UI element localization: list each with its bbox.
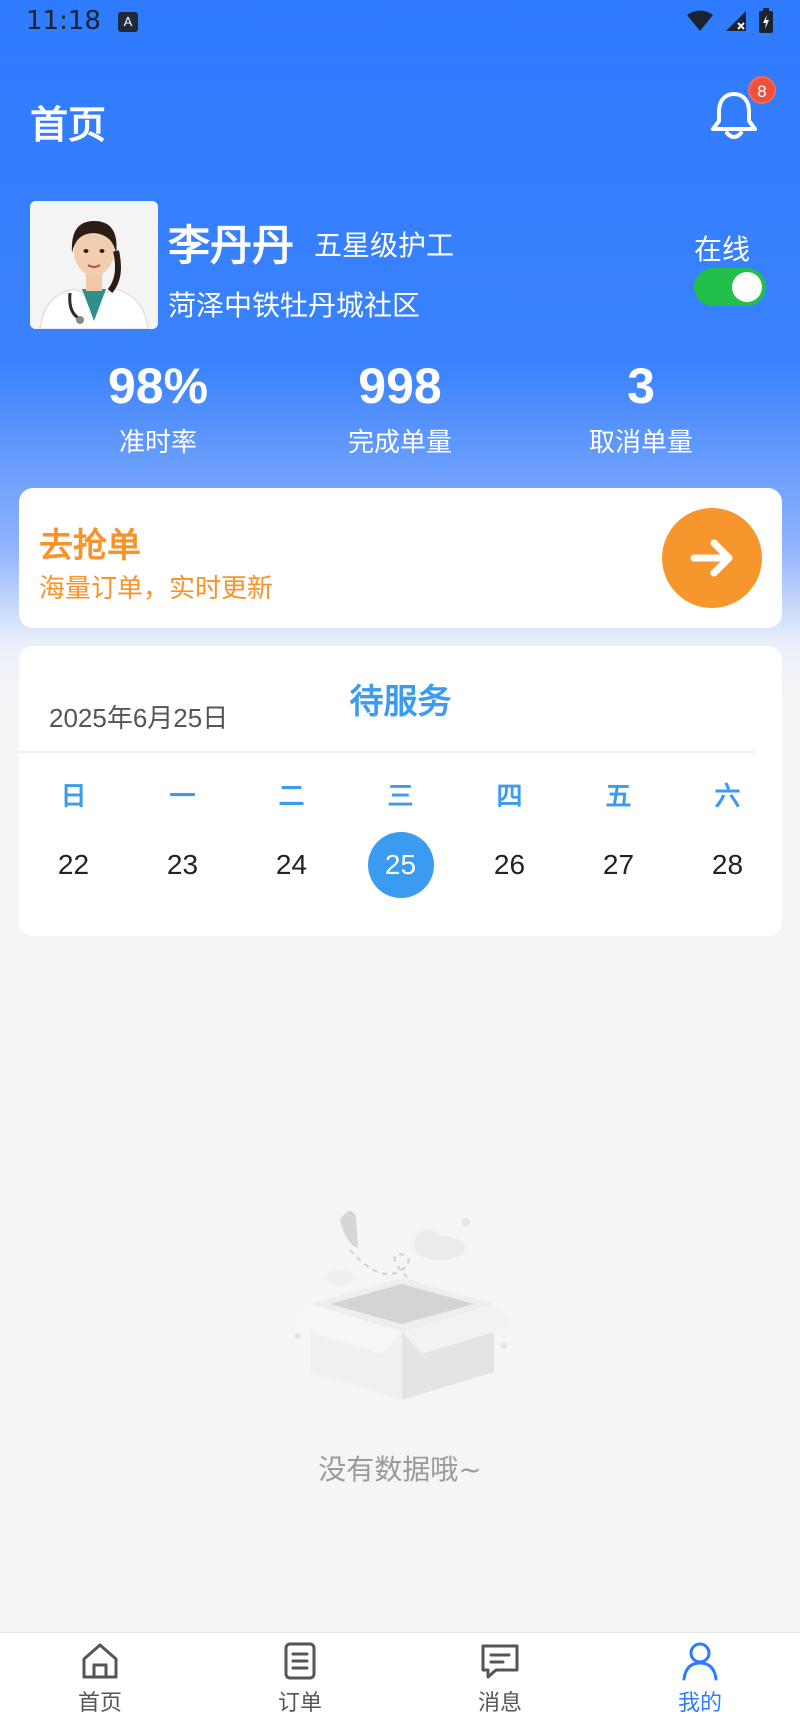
calendar-day[interactable]: 24 — [237, 832, 346, 898]
stat-label: 取消单量 — [588, 428, 693, 458]
stat-value: 998 — [358, 358, 442, 414]
stat-label: 准时率 — [118, 428, 197, 458]
day-number: 24 — [275, 849, 308, 880]
stat-value: 98% — [107, 358, 209, 414]
weekday-label: 四 — [496, 782, 523, 812]
tab-orders[interactable]: 订单 — [200, 1633, 400, 1727]
weekday-label: 日 — [60, 782, 87, 812]
page-title: 首页 — [30, 103, 107, 147]
weekday-row: 日 一 二 三 四 五 六 — [19, 776, 782, 813]
status-time: 11:18 — [26, 6, 101, 36]
day-number: 27 — [602, 849, 635, 880]
weekday-label: 五 — [605, 782, 632, 812]
calendar-divider — [19, 751, 754, 753]
stat-cancelled-orders: 3 取消单量 — [541, 356, 741, 459]
tab-label: 首页 — [77, 1691, 122, 1716]
day-number: 26 — [493, 849, 526, 880]
bottom-tab-bar: 首页 订单 消息 我的 — [0, 1632, 800, 1727]
empty-box-illustration — [290, 1210, 514, 1400]
tab-label: 消息 — [477, 1691, 522, 1716]
weekday-label: 六 — [714, 782, 741, 812]
toggle-knob — [732, 272, 762, 302]
tab-profile[interactable]: 我的 — [600, 1633, 800, 1727]
notification-app-icon: A — [118, 12, 138, 32]
signal-icon — [726, 11, 746, 31]
online-toggle[interactable] — [694, 268, 766, 306]
profile-icon — [682, 1642, 718, 1681]
calendar-day[interactable]: 23 — [128, 832, 237, 898]
day-row: 22 23 24 25 26 27 28 — [19, 832, 782, 898]
user-level: 五星级护工 — [314, 229, 455, 262]
empty-state-text: 没有数据哦~ — [318, 1453, 482, 1486]
tab-home[interactable]: 首页 — [0, 1633, 200, 1727]
weekday-label: 一 — [169, 782, 196, 812]
avatar[interactable] — [30, 201, 158, 329]
notification-badge: 8 — [748, 76, 776, 104]
user-community: 菏泽中铁牡丹城社区 — [168, 289, 421, 322]
calendar-day[interactable]: 26 — [455, 832, 564, 898]
nurse-photo — [30, 201, 158, 329]
online-label: 在线 — [694, 233, 751, 266]
day-number: 28 — [711, 849, 744, 880]
calendar-day[interactable]: 22 — [19, 832, 128, 898]
wifi-icon — [687, 10, 713, 31]
day-number: 22 — [57, 849, 90, 880]
message-icon — [481, 1644, 519, 1679]
grab-order-subtitle: 海量订单，实时更新 — [39, 574, 274, 604]
weekday-label: 二 — [278, 782, 305, 812]
calendar-day[interactable]: 28 — [673, 832, 782, 898]
home-icon — [82, 1643, 118, 1679]
battery-icon — [759, 8, 773, 33]
grab-order-button[interactable] — [662, 508, 762, 608]
status-bar: 11:18 A — [0, 0, 800, 48]
stat-completed-orders: 998 完成单量 — [300, 356, 500, 459]
calendar-title: 待服务 — [349, 682, 452, 722]
calendar-day-selected[interactable]: 25 — [346, 832, 455, 898]
day-number: 23 — [166, 849, 199, 880]
tab-label: 订单 — [277, 1691, 322, 1716]
stat-label: 完成单量 — [347, 428, 452, 458]
calendar-day[interactable]: 27 — [564, 832, 673, 898]
weekday-label: 三 — [387, 782, 414, 812]
grab-order-title: 去抢单 — [39, 526, 141, 566]
status-icons — [686, 8, 774, 34]
day-number: 25 — [367, 832, 434, 898]
grab-order-card[interactable]: 去抢单 海量订单，实时更新 — [19, 488, 782, 628]
tab-messages[interactable]: 消息 — [400, 1633, 600, 1727]
user-name: 李丹丹 — [168, 221, 295, 270]
stat-value: 3 — [627, 358, 655, 414]
tab-label: 我的 — [677, 1691, 722, 1716]
stat-on-time-rate: 98% 准时率 — [58, 356, 258, 459]
arrow-right-icon — [690, 539, 733, 577]
orders-icon — [284, 1642, 316, 1680]
calendar-card: 2025年6月25日 待服务 日 一 二 三 四 五 六 22 23 24 25… — [19, 646, 782, 936]
